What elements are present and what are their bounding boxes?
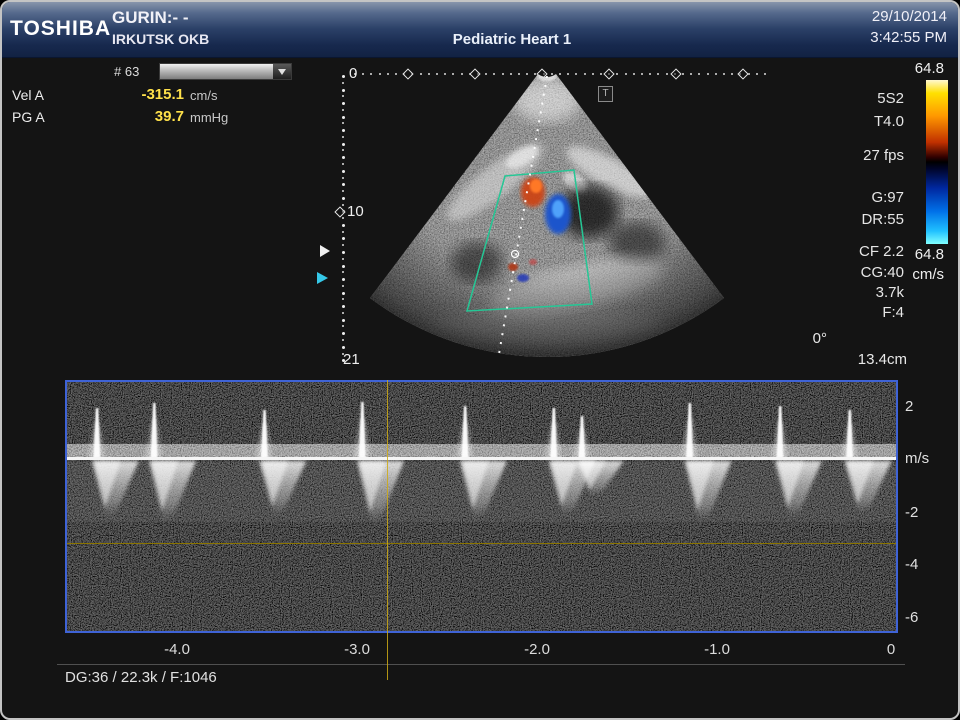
measurement-unit: cm/s <box>190 88 217 103</box>
color-scale-bar <box>926 80 948 244</box>
depth-value-label: 13.4cm <box>762 351 907 368</box>
y-axis-label: -2 <box>905 504 945 521</box>
dynamic-range-label: DR:55 <box>792 211 904 228</box>
y-axis-label: -6 <box>905 609 945 626</box>
time-cursor[interactable] <box>387 380 388 680</box>
wall-filter-label: F:4 <box>792 304 904 321</box>
measurement-value: 39.7 <box>112 108 184 125</box>
prf-label: 3.7k <box>792 284 904 301</box>
measurement-value: -315.1 <box>112 86 184 103</box>
focus-marker-icon[interactable] <box>317 272 328 284</box>
y-axis-label: -4 <box>905 556 945 573</box>
frame-number-label: # 63 <box>114 64 139 79</box>
color-scale-bottom: 64.8 <box>880 246 944 263</box>
status-divider <box>57 664 905 665</box>
x-axis-label: 0 <box>887 641 895 658</box>
header-bar: TOSHIBA GURIN:- - IRKUTSK OKB Pediatric … <box>2 2 958 58</box>
measurement-label: Vel A <box>12 87 44 103</box>
gain-label: G:97 <box>792 189 904 206</box>
velocity-cursor[interactable] <box>67 543 896 544</box>
spectral-doppler-panel <box>65 380 898 633</box>
time-tick <box>764 73 766 75</box>
ultrasound-screen: TOSHIBA GURIN:- - IRKUTSK OKB Pediatric … <box>0 0 960 720</box>
toshiba-logo: TOSHIBA <box>10 17 111 41</box>
x-axis-label: -4.0 <box>164 641 190 658</box>
color-scale-top: 64.8 <box>880 60 944 77</box>
measurement-label: PG A <box>12 109 45 125</box>
color-scale-unit: cm/s <box>880 266 944 283</box>
date-label: 29/10/2014 <box>772 8 947 25</box>
pointer-marker-icon <box>320 245 330 257</box>
status-bar-text: DG:36 / 22.3k / F:1046 <box>65 669 217 686</box>
y-axis-label: 2 <box>905 398 945 415</box>
gain-slider[interactable] <box>159 63 292 80</box>
thermal-index-label: T4.0 <box>792 113 904 130</box>
y-axis-unit: m/s <box>905 450 945 467</box>
spectral-trace <box>67 382 896 631</box>
measurement-unit: mmHg <box>190 110 228 125</box>
x-axis-label: -2.0 <box>524 641 550 658</box>
gain-slider-handle[interactable] <box>273 64 291 79</box>
patient-name: GURIN:- - <box>112 8 188 28</box>
institution-name: IRKUTSK OKB <box>112 31 209 47</box>
slider-notch-icon <box>278 69 286 75</box>
x-axis-label: -3.0 <box>344 641 370 658</box>
exam-preset: Pediatric Heart 1 <box>382 31 642 48</box>
transducer-label: 5S2 <box>792 90 904 107</box>
bmode-image <box>337 62 757 367</box>
x-axis-label: -1.0 <box>704 641 730 658</box>
framerate-label: 27 fps <box>792 147 904 164</box>
angle-label: 0° <box>762 330 827 347</box>
time-label: 3:42:55 PM <box>772 29 947 46</box>
